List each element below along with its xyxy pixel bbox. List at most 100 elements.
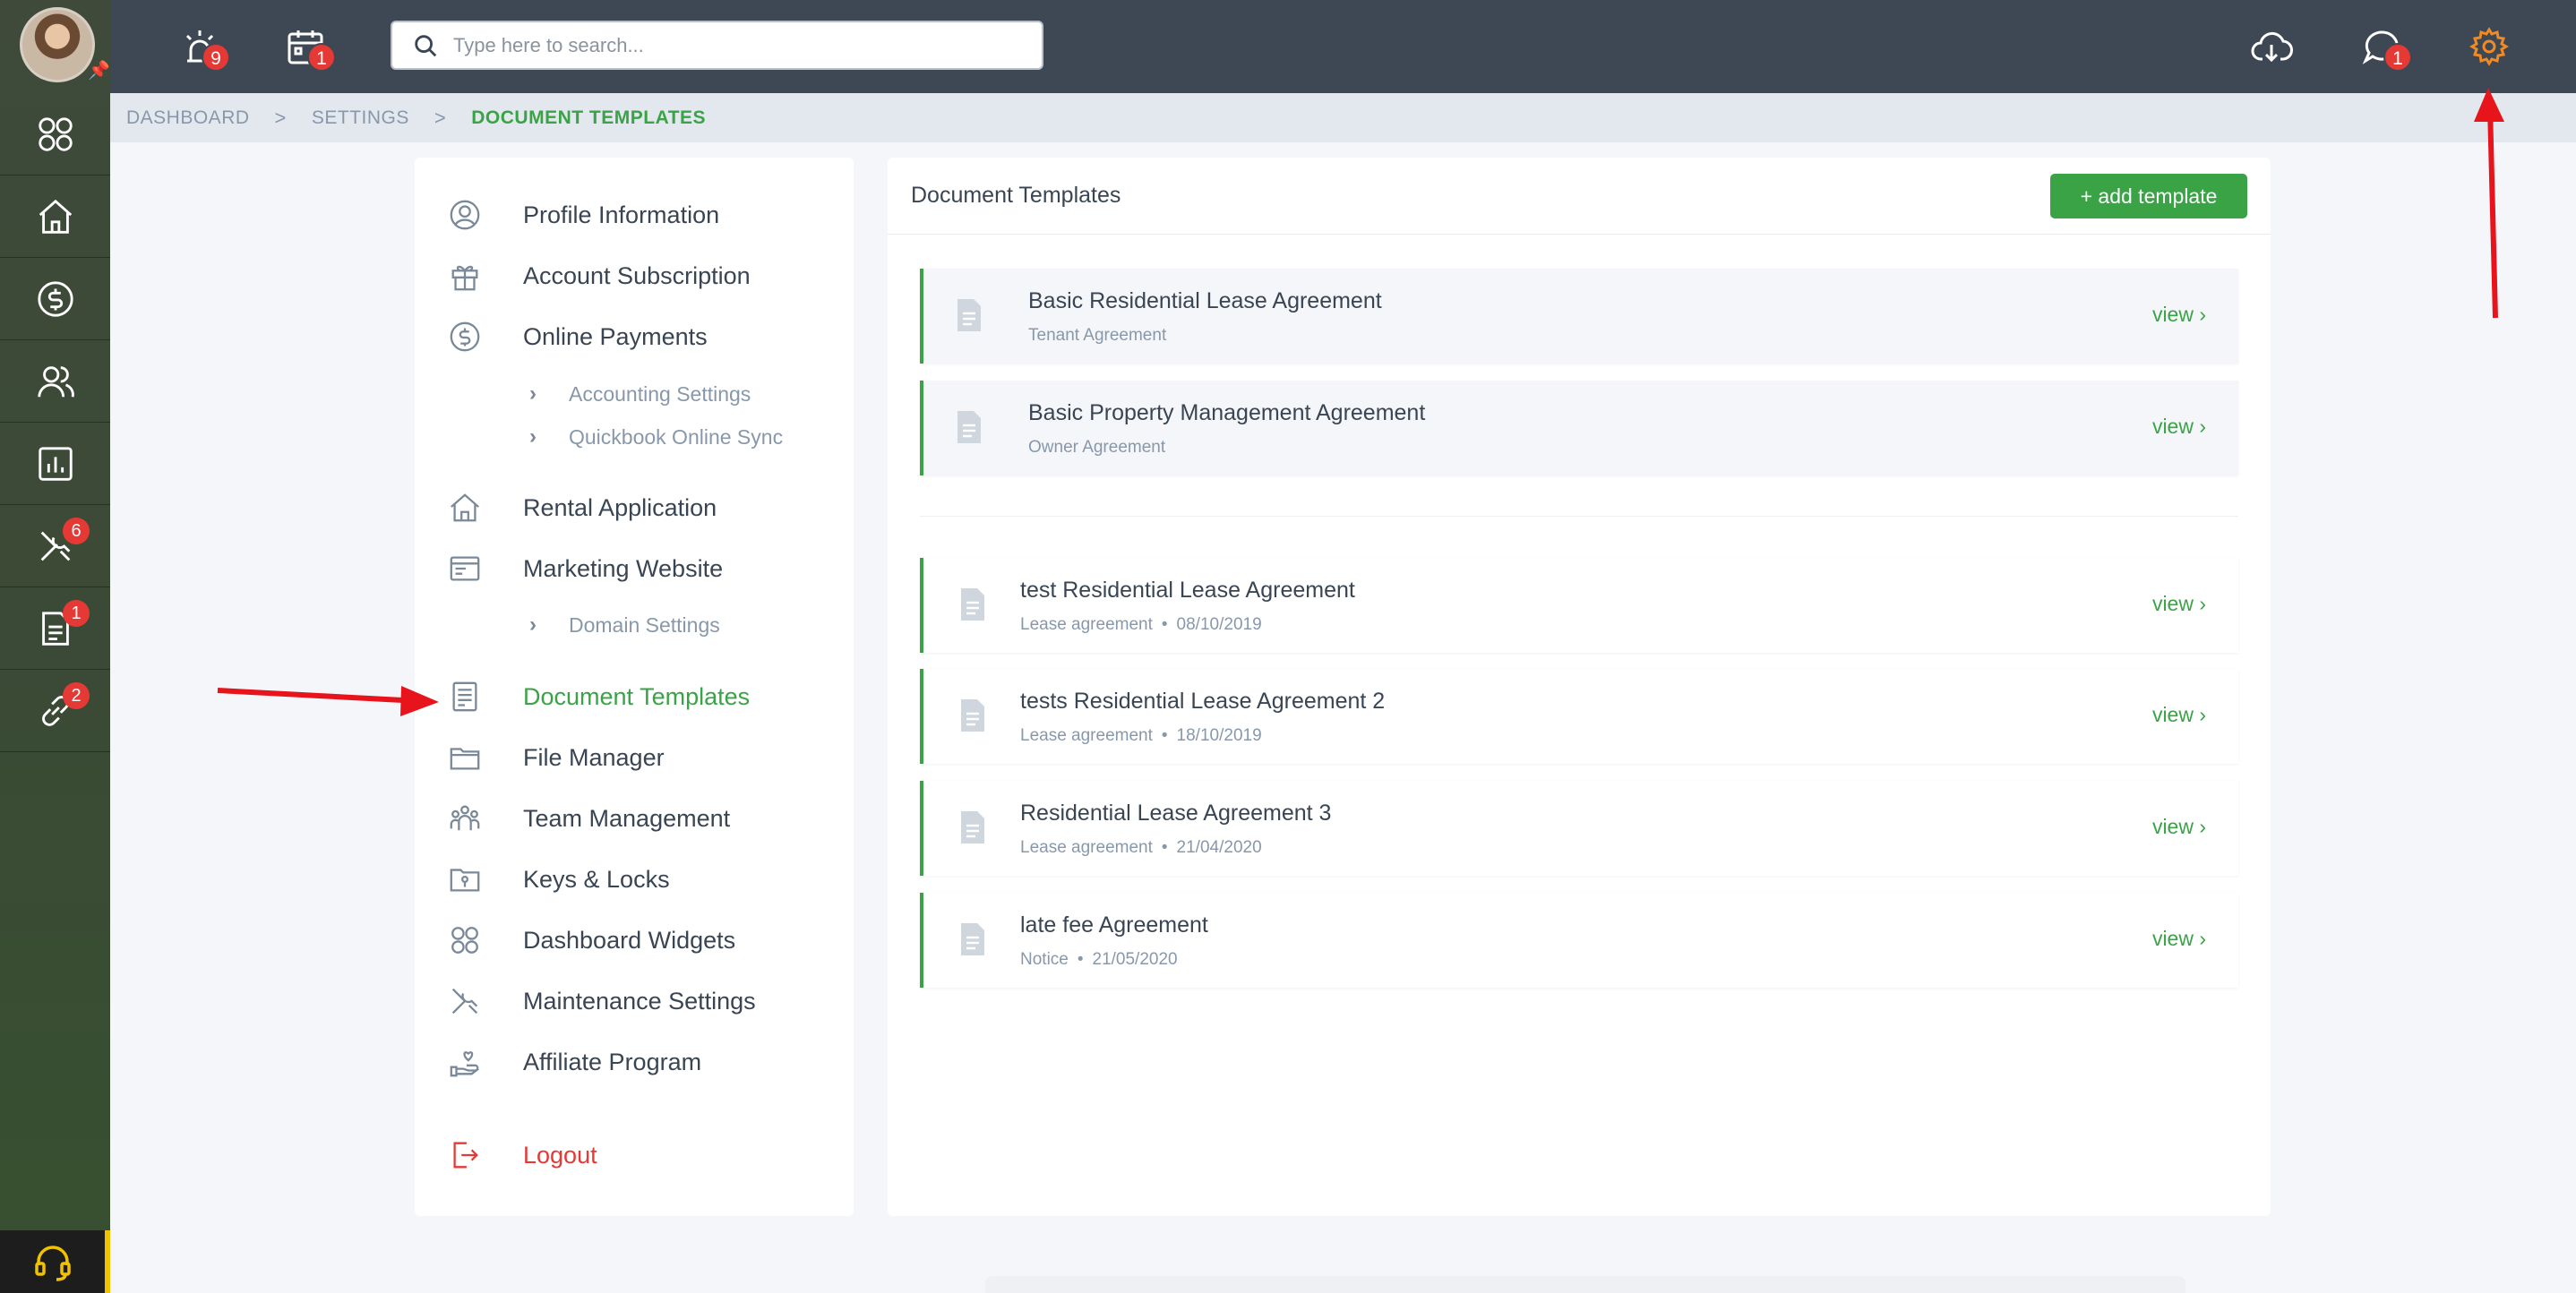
alerts-button[interactable]: 9 <box>175 21 230 72</box>
sub-item-accounting-settings[interactable]: › Accounting Settings <box>529 376 751 412</box>
template-row[interactable]: Basic Residential Lease Agreement Tenant… <box>920 269 2238 364</box>
page-title: Document Templates <box>911 183 1121 208</box>
menu-item-label: File Manager <box>523 743 665 771</box>
search-box[interactable] <box>391 21 1043 70</box>
rail-payments[interactable] <box>0 258 110 340</box>
menu-item-label: Rental Application <box>523 493 717 521</box>
view-link[interactable]: view › <box>2152 815 2206 839</box>
template-meta: Lease agreement • 08/10/2019 <box>1020 615 1262 634</box>
rail-widgets[interactable] <box>0 93 110 176</box>
browser-icon <box>450 556 480 581</box>
search-icon <box>415 34 437 56</box>
add-template-button[interactable]: + add template <box>2050 174 2247 218</box>
template-title: tests Residential Lease Agreement 2 <box>1020 689 1386 714</box>
menu-item-profile-information[interactable]: Profile Information <box>448 193 719 236</box>
template-meta: Lease agreement • 21/04/2020 <box>1020 838 1262 857</box>
menu-item-label: Profile Information <box>523 201 720 228</box>
template-row[interactable]: tests Residential Lease Agreement 2 Leas… <box>920 669 2238 764</box>
template-title: test Residential Lease Agreement <box>1020 578 1355 603</box>
section-divider <box>920 516 2238 517</box>
template-type: Lease agreement <box>1020 838 1153 857</box>
logout-label: Logout <box>523 1141 597 1169</box>
document-templates-panel: Document Templates + add template Basic … <box>888 158 2271 1216</box>
team-icon <box>450 805 480 831</box>
rail-people[interactable] <box>0 340 110 423</box>
breadcrumb-settings[interactable]: SETTINGS <box>312 107 409 129</box>
file-icon <box>954 297 984 333</box>
template-meta: Lease agreement • 18/10/2019 <box>1020 726 1262 745</box>
avatar[interactable] <box>20 7 95 82</box>
sub-item-label: Domain Settings <box>569 612 720 637</box>
rail-maintenance[interactable]: 6 <box>0 505 110 587</box>
template-type: Tenant Agreement <box>1028 326 1167 345</box>
template-row[interactable]: Residential Lease Agreement 3 Lease agre… <box>920 781 2238 876</box>
menu-item-keys-locks[interactable]: Keys & Locks <box>448 858 670 901</box>
cloud-download-icon <box>2251 31 2293 63</box>
footer <box>985 1276 2185 1293</box>
menu-item-file-manager[interactable]: File Manager <box>448 736 665 779</box>
menu-item-marketing-website[interactable]: Marketing Website <box>448 547 723 590</box>
hand-heart-icon <box>450 1051 479 1077</box>
sub-item-domain-settings[interactable]: › Domain Settings <box>529 607 720 643</box>
template-row[interactable]: test Residential Lease Agreement Lease a… <box>920 558 2238 653</box>
gear-icon <box>2469 27 2509 66</box>
menu-item-affiliate-program[interactable]: Affiliate Program <box>448 1040 701 1083</box>
folder-icon <box>450 748 480 770</box>
menu-item-account-subscription[interactable]: Account Subscription <box>448 254 751 297</box>
view-link[interactable]: view › <box>2152 703 2206 727</box>
icon-rail: 📌 6 1 2 <box>0 0 110 1293</box>
view-link[interactable]: view › <box>2152 927 2206 951</box>
dollar-circle-icon <box>450 321 480 352</box>
menu-item-label: Keys & Locks <box>523 865 670 893</box>
rail-reports[interactable] <box>0 423 110 505</box>
rail-home[interactable] <box>0 176 110 258</box>
menu-item-label: Dashboard Widgets <box>523 926 736 954</box>
documents-badge: 1 <box>63 600 90 627</box>
menu-item-rental-application[interactable]: Rental Application <box>448 486 717 529</box>
search-input[interactable] <box>453 33 1026 57</box>
menu-item-label: Marketing Website <box>523 554 724 582</box>
menu-item-team-management[interactable]: Team Management <box>448 797 730 840</box>
chevron-right-icon: › <box>529 424 537 449</box>
sub-item-quickbook-online-sync[interactable]: › Quickbook Online Sync <box>529 419 783 455</box>
file-icon <box>957 809 988 845</box>
template-row[interactable]: late fee Agreement Notice • 21/05/2020 vie… <box>920 893 2238 988</box>
logout-button[interactable]: Logout <box>448 1134 597 1177</box>
menu-item-dashboard-widgets[interactable]: Dashboard Widgets <box>448 919 735 962</box>
home-icon <box>39 199 72 234</box>
template-date: 21/04/2020 <box>1176 838 1262 857</box>
support-button[interactable] <box>0 1230 110 1293</box>
calendar-button[interactable]: 1 <box>280 21 336 72</box>
rail-documents[interactable]: 1 <box>0 587 110 670</box>
menu-item-label: Online Payments <box>523 322 708 350</box>
template-type: Lease agreement <box>1020 615 1153 634</box>
maintenance-badge: 6 <box>63 518 90 544</box>
rail-links[interactable]: 2 <box>0 670 110 752</box>
calendar-badge: 1 <box>307 43 336 72</box>
chevron-right-icon: › <box>529 381 537 406</box>
user-circle-icon <box>450 200 480 230</box>
menu-item-online-payments[interactable]: Online Payments <box>448 315 708 358</box>
view-link[interactable]: view › <box>2152 303 2206 327</box>
arrow-to-document-templates <box>217 686 439 716</box>
dollar-circle-icon <box>37 280 73 317</box>
menu-item-label: Maintenance Settings <box>523 987 756 1015</box>
template-row[interactable]: Basic Property Management Agreement Owne… <box>920 381 2238 475</box>
template-date: 18/10/2019 <box>1176 726 1262 745</box>
pin-icon[interactable]: 📌 <box>88 61 110 81</box>
view-link[interactable]: view › <box>2152 415 2206 439</box>
messages-button[interactable]: 1 <box>2357 21 2412 72</box>
settings-button[interactable] <box>2464 21 2514 72</box>
menu-item-document-templates[interactable]: Document Templates <box>448 675 750 718</box>
panel-header: Document Templates + add template <box>888 158 2271 235</box>
template-title: Basic Residential Lease Agreement <box>1028 288 1382 313</box>
view-link[interactable]: view › <box>2152 592 2206 616</box>
home-icon <box>451 493 479 522</box>
menu-item-maintenance-settings[interactable]: Maintenance Settings <box>448 980 756 1023</box>
cloud-download-button[interactable] <box>2246 21 2297 72</box>
breadcrumb: DASHBOARD > SETTINGS > DOCUMENT TEMPLATE… <box>110 93 2576 142</box>
widgets-icon <box>38 116 73 151</box>
document-list-icon <box>452 681 477 712</box>
headset-icon <box>34 1246 71 1281</box>
breadcrumb-dashboard[interactable]: DASHBOARD <box>126 107 250 129</box>
